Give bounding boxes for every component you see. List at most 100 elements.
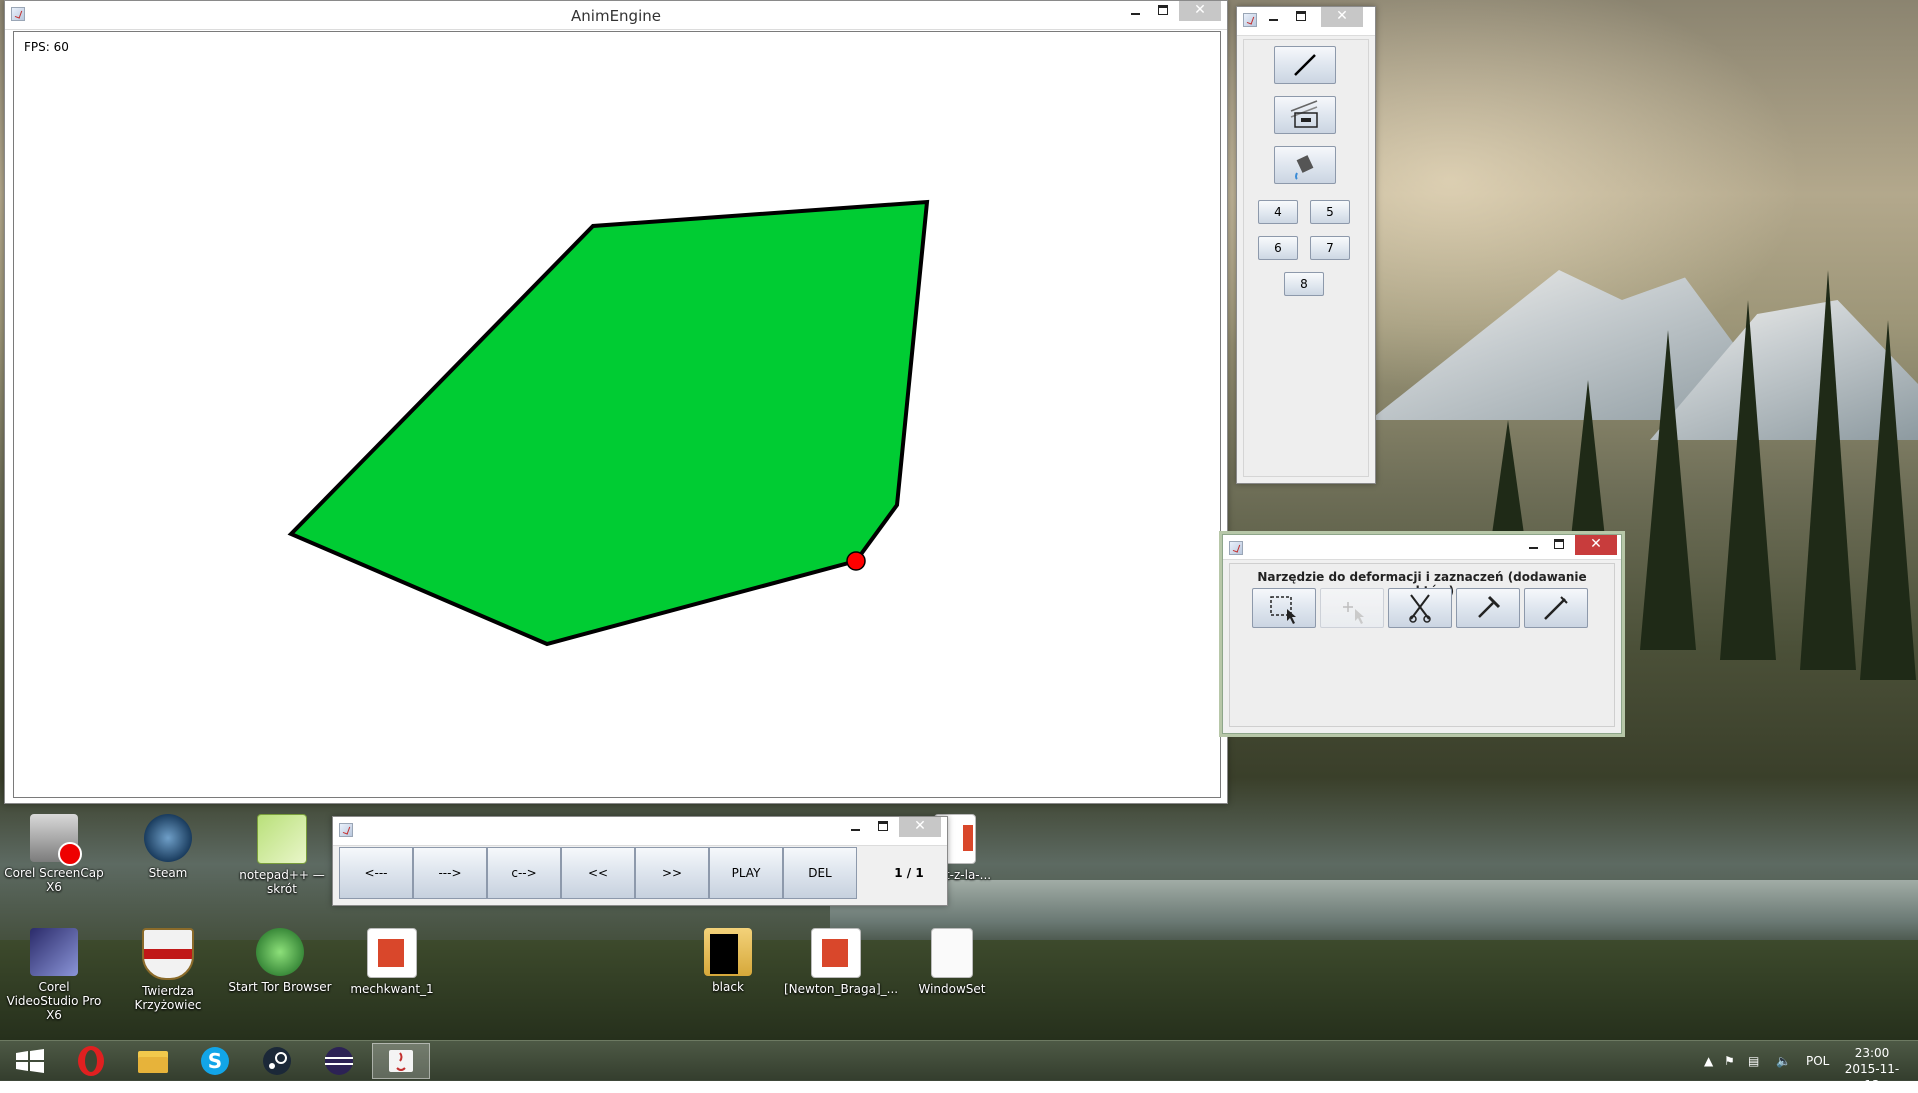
titlebar[interactable]: ✕ bbox=[333, 817, 947, 846]
deformation-tool-window[interactable]: ✕ Narzędzie do deformacji i zaznaczeń (d… bbox=[1222, 534, 1622, 734]
taskbar-skype[interactable]: S bbox=[186, 1043, 244, 1079]
close-icon: ✕ bbox=[1590, 536, 1602, 552]
number-button-5[interactable]: 5 bbox=[1310, 200, 1350, 224]
action-center-icon[interactable]: ⚑ bbox=[1724, 1041, 1735, 1081]
layer-tool-icon bbox=[1290, 100, 1318, 128]
copy-next-frame-button[interactable]: c--> bbox=[487, 847, 561, 899]
window-title: AnimEngine bbox=[571, 7, 661, 25]
language-indicator[interactable]: POL bbox=[1806, 1041, 1829, 1081]
minimize-icon bbox=[850, 829, 860, 831]
tor-icon bbox=[256, 928, 304, 976]
tree bbox=[1800, 270, 1856, 670]
maximize-icon bbox=[1158, 5, 1168, 15]
animengine-window[interactable]: AnimEngine ✕ FPS: 60 bbox=[4, 0, 1228, 804]
desktop-icon[interactable]: Steam bbox=[116, 814, 220, 880]
steam-icon bbox=[144, 814, 192, 862]
taskbar-eclipse[interactable] bbox=[310, 1043, 368, 1079]
taskbar-steam[interactable] bbox=[248, 1043, 306, 1079]
minimize-button[interactable] bbox=[1259, 7, 1287, 27]
number-button-4[interactable]: 4 bbox=[1258, 200, 1298, 224]
add-point-icon bbox=[1343, 602, 1364, 624]
desktop-icon[interactable]: Start Tor Browser bbox=[228, 928, 332, 994]
first-frame-button[interactable]: << bbox=[561, 847, 635, 899]
select-rect-button[interactable] bbox=[1252, 588, 1316, 628]
pdf-icon bbox=[811, 928, 861, 978]
maximize-button[interactable] bbox=[1149, 1, 1177, 21]
minimize-button[interactable] bbox=[841, 817, 869, 837]
taskbar-java[interactable] bbox=[372, 1043, 430, 1079]
hammer-button[interactable] bbox=[1456, 588, 1520, 628]
playback-window[interactable]: ✕ <--- ---> c--> << >> PLAY DEL 1 / 1 bbox=[332, 816, 948, 906]
fill-bucket-icon bbox=[1295, 155, 1314, 180]
folder-icon bbox=[704, 928, 752, 976]
close-button[interactable]: ✕ bbox=[1179, 1, 1221, 21]
tool-palette-window[interactable]: ✕ 4 5 6 7 8 bbox=[1236, 6, 1376, 484]
prev-frame-button[interactable]: <--- bbox=[339, 847, 413, 899]
cut-button[interactable] bbox=[1388, 588, 1452, 628]
next-frame-button[interactable]: ---> bbox=[413, 847, 487, 899]
desktop-icon[interactable]: black bbox=[676, 928, 780, 994]
minimize-button[interactable] bbox=[1519, 535, 1547, 555]
close-button[interactable]: ✕ bbox=[899, 817, 941, 837]
maximize-button[interactable] bbox=[869, 817, 897, 837]
play-button[interactable]: PLAY bbox=[709, 847, 783, 899]
desktop-icon[interactable]: Twierdza Krzyżowiec bbox=[116, 928, 220, 1012]
deform-panel: Narzędzie do deformacji i zaznaczeń (dod… bbox=[1229, 563, 1615, 727]
add-point-button[interactable] bbox=[1320, 588, 1384, 628]
line-tool-button[interactable] bbox=[1274, 46, 1336, 84]
svg-text:S: S bbox=[208, 1049, 222, 1073]
pen-button[interactable] bbox=[1524, 588, 1588, 628]
drawing-canvas[interactable]: FPS: 60 bbox=[13, 31, 1221, 798]
canvas-svg[interactable] bbox=[14, 32, 1220, 797]
desktop-icon[interactable]: notepad++ — skrót bbox=[230, 814, 334, 896]
desktop-icon[interactable]: [Newton_Braga]_... bbox=[784, 928, 898, 996]
maximize-button[interactable] bbox=[1545, 535, 1573, 555]
taskbar-opera[interactable] bbox=[62, 1043, 120, 1079]
number-button-8[interactable]: 8 bbox=[1284, 272, 1324, 296]
volume-icon[interactable]: 🔈 bbox=[1776, 1041, 1791, 1081]
screencap-icon bbox=[30, 814, 82, 866]
minimize-button[interactable] bbox=[1121, 1, 1149, 21]
desktop-icon[interactable]: mechkwant_1 bbox=[340, 928, 444, 996]
skype-icon: S bbox=[201, 1047, 229, 1075]
file-icon bbox=[931, 928, 973, 978]
eclipse-icon bbox=[325, 1047, 353, 1075]
taskbar: S ▲ ⚑ ▤ 🔈 POL 23:00 2015-11-13 bbox=[0, 1040, 1918, 1092]
show-hidden-icons[interactable]: ▲ bbox=[1704, 1041, 1713, 1081]
titlebar[interactable]: ✕ bbox=[1223, 535, 1621, 560]
videostudio-icon bbox=[30, 928, 78, 976]
network-icon[interactable]: ▤ bbox=[1748, 1041, 1759, 1081]
close-button[interactable]: ✕ bbox=[1321, 7, 1363, 27]
minimize-icon bbox=[1130, 13, 1140, 15]
pen-icon bbox=[1544, 596, 1568, 620]
polygon-shape[interactable] bbox=[287, 199, 930, 647]
notepad-icon bbox=[257, 814, 307, 864]
desktop-icon[interactable]: Corel ScreenCap X6 bbox=[2, 814, 106, 894]
taskbar-explorer[interactable] bbox=[124, 1043, 182, 1079]
start-button[interactable] bbox=[2, 1043, 60, 1079]
tree bbox=[1640, 330, 1696, 650]
stronghold-icon bbox=[142, 928, 194, 980]
layer-tool-button[interactable] bbox=[1274, 96, 1336, 134]
select-rect-icon bbox=[1270, 596, 1296, 624]
hammer-icon bbox=[1478, 595, 1501, 618]
selected-point[interactable] bbox=[846, 551, 866, 571]
last-frame-button[interactable]: >> bbox=[635, 847, 709, 899]
maximize-button[interactable] bbox=[1287, 7, 1315, 27]
delete-frame-button[interactable]: DEL bbox=[783, 847, 857, 899]
number-button-7[interactable]: 7 bbox=[1310, 236, 1350, 260]
frame-counter: 1 / 1 bbox=[894, 866, 924, 880]
number-button-6[interactable]: 6 bbox=[1258, 236, 1298, 260]
titlebar[interactable]: ✕ bbox=[1237, 7, 1375, 36]
clock-date: 2015-11-13 bbox=[1844, 1062, 1900, 1092]
close-button[interactable]: ✕ bbox=[1575, 535, 1617, 555]
clock[interactable]: 23:00 2015-11-13 bbox=[1840, 1045, 1904, 1093]
desktop-icon[interactable]: Corel VideoStudio Pro X6 bbox=[2, 928, 106, 1022]
chevron-up-icon: ▲ bbox=[1704, 1054, 1714, 1068]
fill-bucket-button[interactable] bbox=[1274, 146, 1336, 184]
desktop-icon[interactable]: WindowSet bbox=[900, 928, 1004, 996]
pdf-icon bbox=[367, 928, 417, 978]
titlebar[interactable]: AnimEngine ✕ bbox=[5, 1, 1227, 30]
java-icon bbox=[1243, 13, 1257, 27]
clock-time: 23:00 bbox=[1854, 1046, 1890, 1060]
